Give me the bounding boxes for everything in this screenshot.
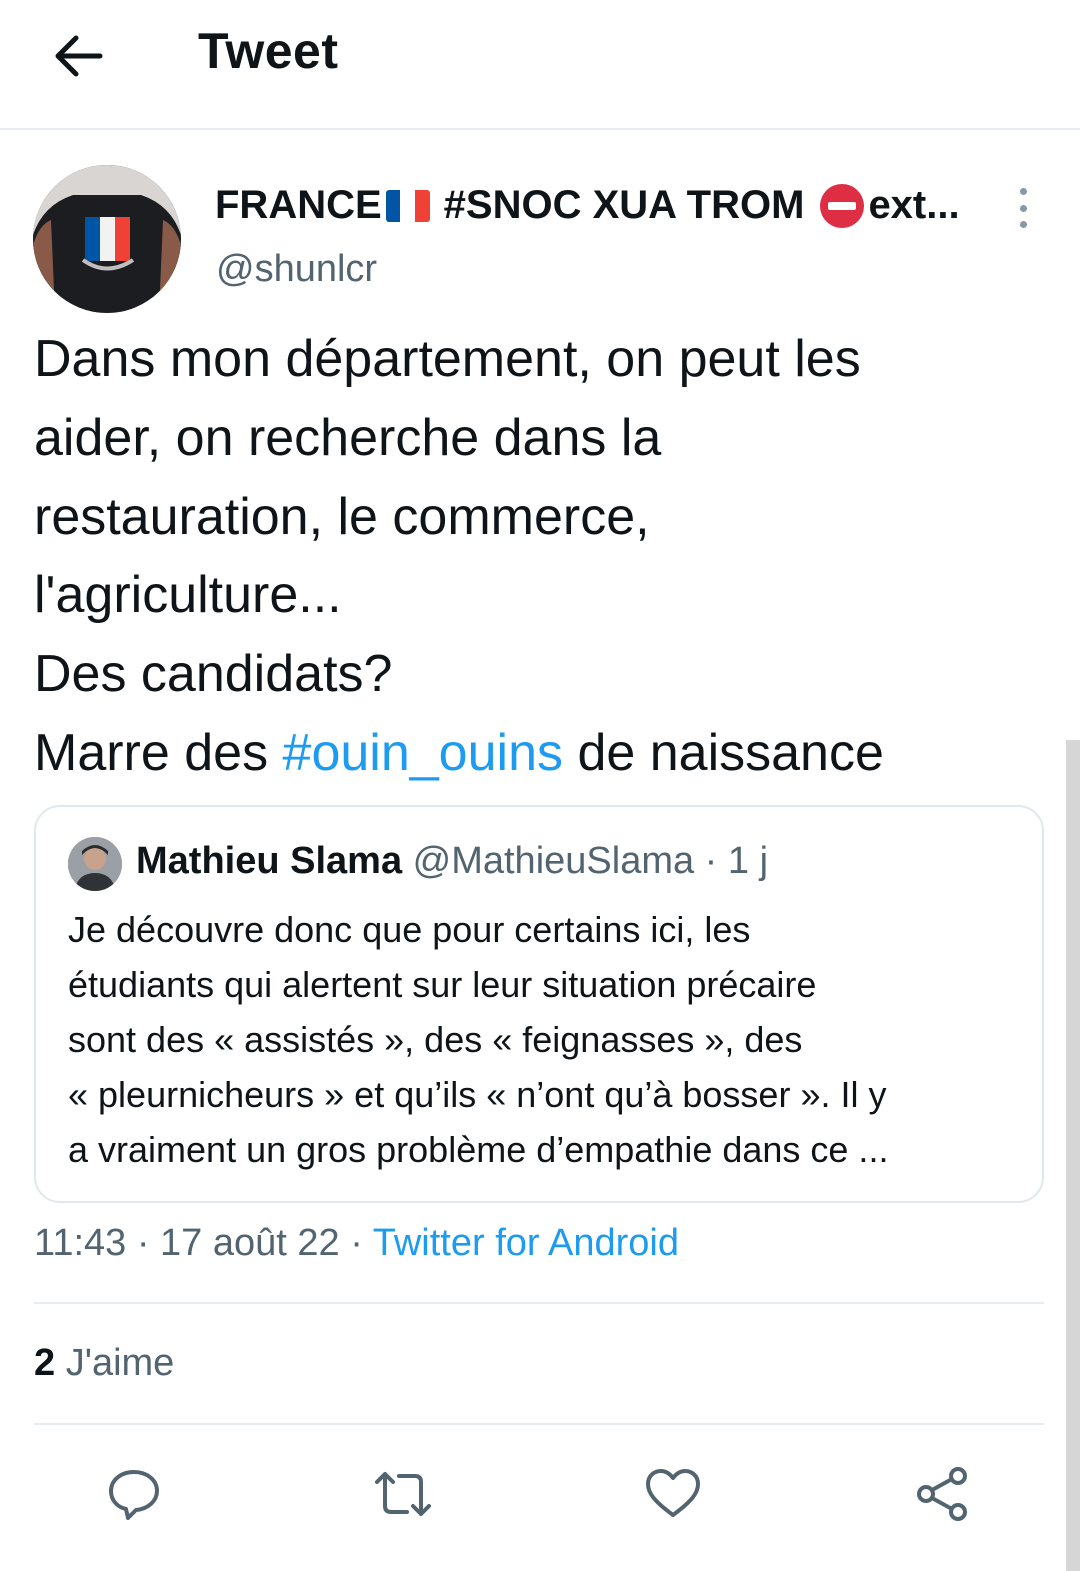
france-flag-icon [385, 189, 430, 222]
tweet-text-segment: de naissance [563, 723, 884, 782]
quote-avatar [68, 837, 122, 891]
heart-icon [646, 1469, 700, 1517]
tweet-line: aider, on recherche dans la [34, 408, 662, 467]
scrollbar[interactable] [1066, 740, 1080, 1571]
tweet-line: Dans mon département, on peut les [34, 330, 861, 388]
retweet-icon [375, 1472, 431, 1516]
tweet-text: Dans mon département, on peut les aider,… [34, 320, 1044, 793]
hashtag-link[interactable]: #ouin_ouins [283, 724, 563, 782]
quote-author-name: Mathieu Slama [136, 840, 403, 882]
quote-line: a vraiment un gros problème d’empathie d… [68, 1129, 889, 1170]
quote-line: « pleurnicheurs » et qu’ils « n’ont qu’à… [68, 1074, 887, 1115]
reply-icon [109, 1470, 159, 1520]
back-button[interactable] [48, 26, 108, 86]
more-dot-icon [1019, 188, 1027, 195]
more-dot-icon [1019, 221, 1027, 228]
likes-stat[interactable]: 2 J'aime [34, 1342, 174, 1385]
likes-count: 2 [34, 1342, 56, 1384]
share-icon [917, 1467, 967, 1521]
no-entry-icon [820, 183, 865, 228]
quote-line: sont des « assistés », des « feignasses … [68, 1019, 803, 1060]
arrow-left-icon [55, 35, 103, 77]
quote-author-meta: @MathieuSlama · 1 j [402, 840, 769, 882]
author-name[interactable]: FRANCE #SNOC XUA TROM ext... [215, 183, 980, 228]
more-dot-icon [1019, 204, 1027, 212]
quote-line: Je découvre donc que pour certains ici, … [68, 909, 751, 950]
quoted-tweet[interactable]: Mathieu Slama @MathieuSlama · 1 j Je déc… [34, 805, 1044, 1203]
quote-header: Mathieu Slama @MathieuSlama · 1 j [136, 840, 768, 883]
share-button[interactable] [911, 1462, 975, 1526]
author-avatar[interactable] [33, 165, 181, 313]
quote-text: Je découvre donc que pour certains ici, … [68, 902, 1018, 1177]
divider [34, 1302, 1044, 1304]
like-button[interactable] [641, 1462, 705, 1526]
tweet-line: l'agriculture... [34, 566, 342, 625]
tweet-timestamp: 11:43 · 17 août 22 · Twitter for Android [34, 1222, 679, 1265]
more-options-button[interactable] [1008, 188, 1038, 228]
page-title: Tweet [198, 23, 339, 79]
divider [34, 1423, 1044, 1425]
tweet-line: Marre des #ouin_ouins de naissance [34, 714, 1044, 793]
tweet-line: restauration, le commerce, [34, 487, 650, 546]
source-link[interactable]: Twitter for Android [373, 1222, 679, 1264]
author-handle[interactable]: @shunlcr [216, 248, 377, 291]
retweet-button[interactable] [371, 1462, 435, 1526]
time-date: 11:43 · 17 août 22 · [34, 1222, 373, 1264]
tweet-text-segment: Marre des [34, 723, 283, 782]
author-name-middle: #SNOC XUA TROM [443, 183, 805, 227]
reply-button[interactable] [102, 1462, 166, 1526]
quote-line: étudiants qui alertent sur leur situatio… [68, 964, 817, 1005]
author-name-prefix: FRANCE [215, 183, 382, 227]
top-bar: Tweet [0, 0, 1080, 130]
likes-label: J'aime [55, 1342, 175, 1384]
author-name-suffix: ext... [868, 183, 960, 227]
tweet-line: Des candidats? [34, 645, 393, 704]
